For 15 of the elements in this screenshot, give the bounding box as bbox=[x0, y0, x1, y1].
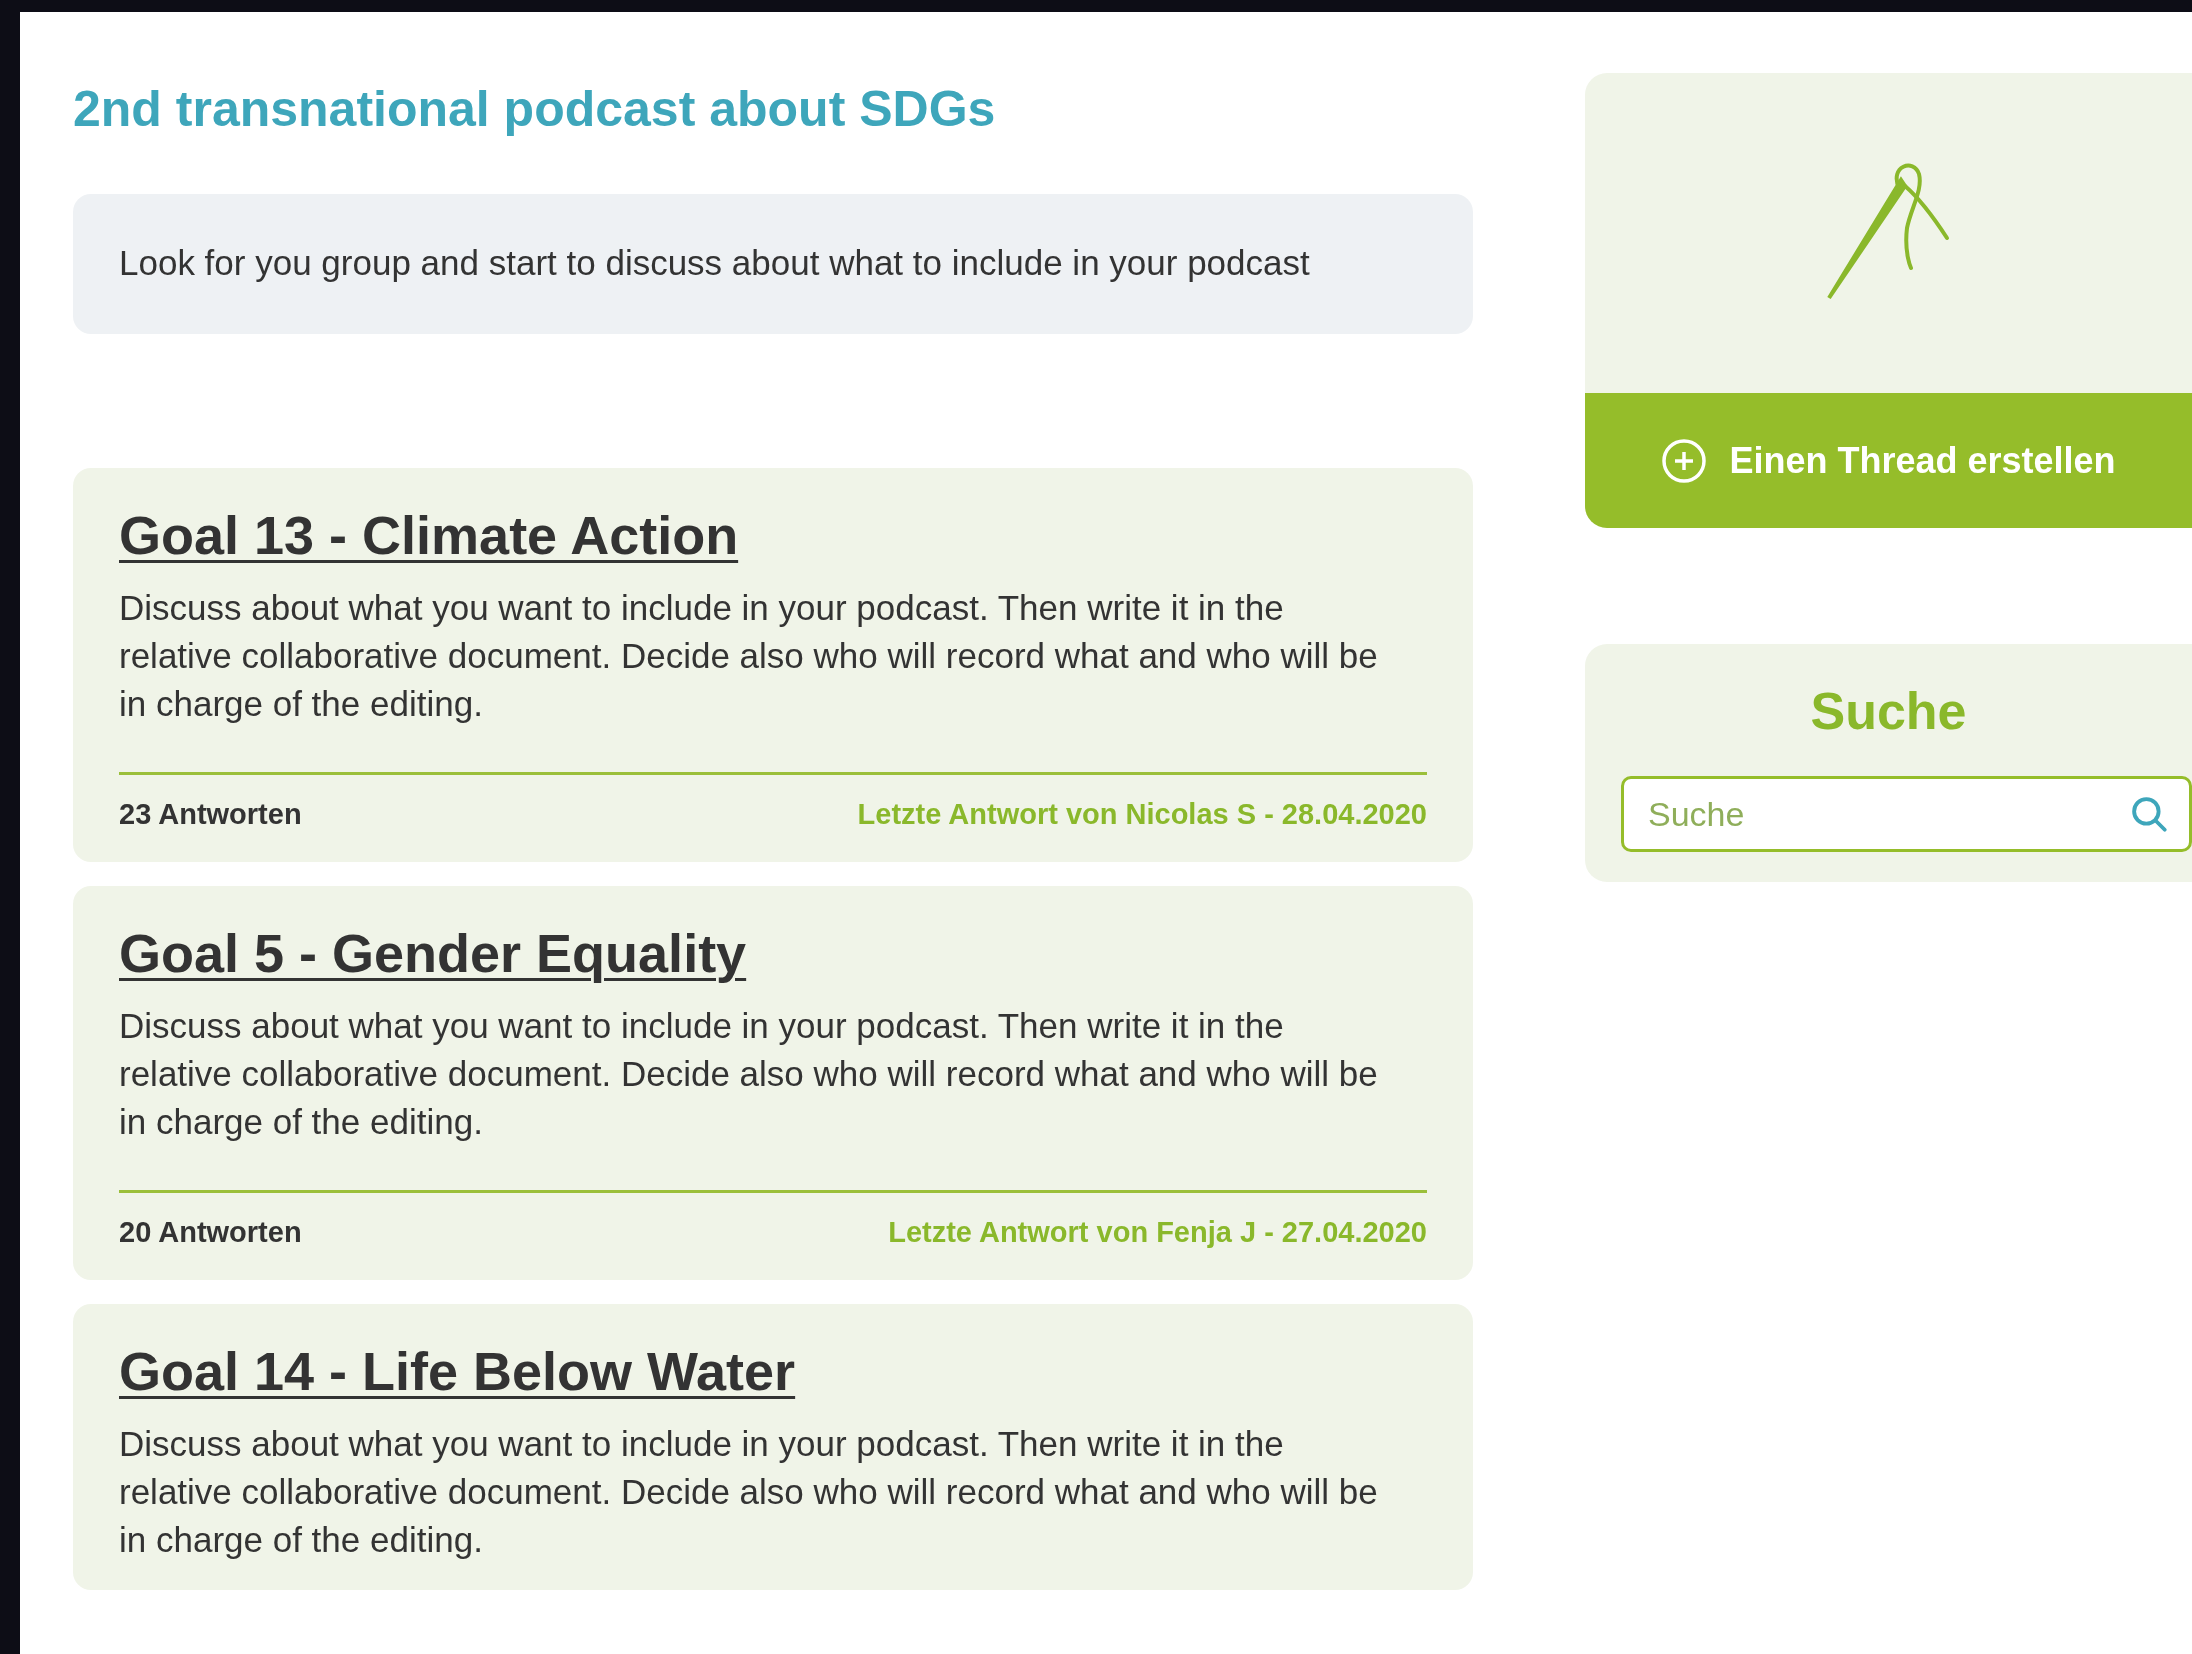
intro-text: Look for you group and start to discuss about what to include in your podcast bbox=[119, 242, 1311, 284]
page-title: 2nd transnational podcast about SDGs bbox=[73, 84, 997, 134]
search-heading: Suche bbox=[1810, 681, 1967, 742]
thread-title-link[interactable]: Goal 5 - Gender Equality bbox=[119, 920, 1427, 988]
search-field[interactable]: Suche bbox=[1621, 776, 2192, 852]
thread-title-link[interactable]: Goal 13 - Climate Action bbox=[119, 502, 1427, 570]
reply-count: 23 Antworten bbox=[119, 796, 302, 832]
plus-circle-icon bbox=[1661, 437, 1708, 484]
reply-count: 20 Antworten bbox=[119, 1214, 302, 1250]
thread-title-link[interactable]: Goal 14 - Life Below Water bbox=[119, 1338, 1427, 1406]
thread-description: Discuss about what you want to include in your podcast. Then write it in the relative collaborative document. Decide also who will record what and who will be in charge of the editing. bbox=[119, 1422, 1379, 1561]
thread-description: Discuss about what you want to include in your podcast. Then write it in the relative collaborative document. Decide also who will record what and who will be in charge of the editing. bbox=[119, 1004, 1379, 1143]
last-reply-info: Letzte Antwort von Nicolas S - 28.04.2020 bbox=[857, 796, 1427, 832]
thread-description: Discuss about what you want to include in your podcast. Then write it in the relative collaborative document. Decide also who will record what and who will be in charge of the editing. bbox=[119, 586, 1379, 725]
last-reply-info: Letzte Antwort von Fenja J - 27.04.2020 bbox=[888, 1214, 1427, 1250]
